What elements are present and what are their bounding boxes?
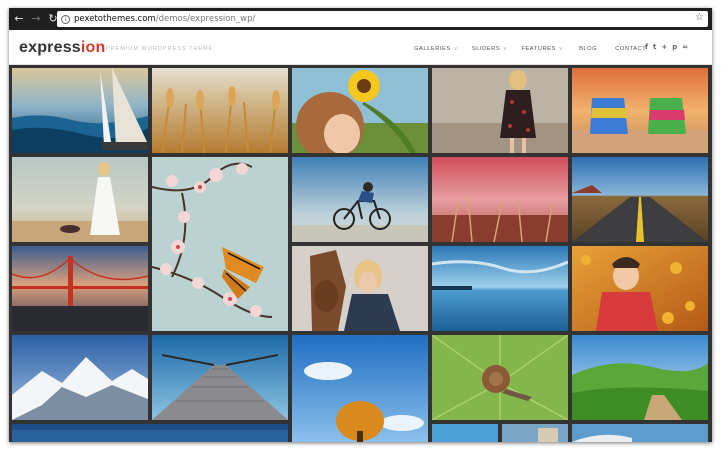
gallery-image-green-hills[interactable] [572,335,708,420]
facebook-icon[interactable]: f [645,43,648,51]
browser-window: ← → ↻ i pexetothemes.com/demos/expressio… [9,8,712,442]
gallery-image-highway[interactable] [572,157,708,242]
googleplus-icon[interactable]: + [661,43,667,51]
gallery-image-autumn-girl[interactable] [572,246,708,331]
gallery-image-partial-2[interactable] [432,424,498,442]
gallery-image-snowy-mountains[interactable] [12,335,148,420]
gallery-grid [9,65,712,442]
menu-item-features[interactable]: FEATURES ∨ [521,46,563,52]
gallery-image-partial-4[interactable] [572,424,708,442]
gallery-image-blue-lake[interactable] [432,246,568,331]
site-logo[interactable]: expression [19,39,106,57]
gallery-image-wheat[interactable] [152,68,288,153]
gallery-image-blossom-butterfly[interactable] [152,157,288,331]
site-tagline: PREMIUM WORDPRESS THEME [106,46,214,52]
gallery-image-bride[interactable] [12,157,148,242]
address-bar[interactable]: i pexetothemes.com/demos/expression_wp/ … [57,11,708,27]
star-icon[interactable]: ☆ [695,12,704,23]
gallery-image-woman-horse[interactable] [292,246,428,331]
menu-item-contact[interactable]: CONTACT [615,46,646,52]
menu-item-label: GALLERIES [414,46,451,52]
gallery-image-golden-gate[interactable] [12,246,148,331]
gallery-image-woman-dress[interactable] [432,68,568,153]
social-links: f t + p ≈ [645,43,693,51]
url-path: /demos/expression_wp/ [155,14,256,24]
menu-item-label: SLIDERS [471,46,501,52]
site-header: expression PREMIUM WORDPRESS THEME GALLE… [9,30,712,65]
menu-item-sliders[interactable]: SLIDERS ∨ [472,46,507,52]
gallery-image-snail[interactable] [432,335,568,420]
menu-item-label: CONTACT [615,46,647,52]
menu-item-blog[interactable]: BLOG [579,46,597,52]
gallery-image-partial-1[interactable] [12,424,288,442]
gallery-image-beach-chairs[interactable] [572,68,708,153]
logo-main: express [19,39,81,56]
menu-item-galleries[interactable]: GALLERIES ∨ [414,46,458,52]
gallery-image-partial-3[interactable] [502,424,568,442]
gallery-image-sailboat[interactable] [12,68,148,153]
gallery-image-autumn-tree[interactable] [292,335,428,442]
arrow-right-icon[interactable]: → [29,12,43,26]
pinterest-icon[interactable]: p [672,43,677,51]
chevron-down-icon: ∨ [558,46,564,52]
menu-item-label: FEATURES [521,46,556,52]
gallery-image-child-sunflower[interactable] [292,68,428,153]
arrow-left-icon[interactable]: ← [12,12,26,26]
chevron-down-icon: ∨ [503,46,508,52]
url-host: pexetothemes.com [74,14,156,24]
chevron-down-icon: ∨ [453,46,458,52]
menu-item-label: BLOG [579,46,598,52]
info-icon[interactable]: i [61,14,70,24]
gallery-image-cyclist[interactable] [292,157,428,242]
main-menu: GALLERIES ∨ SLIDERS ∨ FEATURES ∨ BLOG CONTA… [414,46,646,52]
browser-toolbar: ← → ↻ i pexetothemes.com/demos/expressio… [9,8,712,30]
twitter-icon[interactable]: t [653,43,656,51]
rss-icon[interactable]: ≈ [682,43,688,51]
logo-accent: ion [80,39,106,56]
gallery-image-wooden-pier[interactable] [152,335,288,420]
url-text: pexetothemes.com/demos/expression_wp/ [74,14,255,24]
gallery-image-pink-grass[interactable] [432,157,568,242]
